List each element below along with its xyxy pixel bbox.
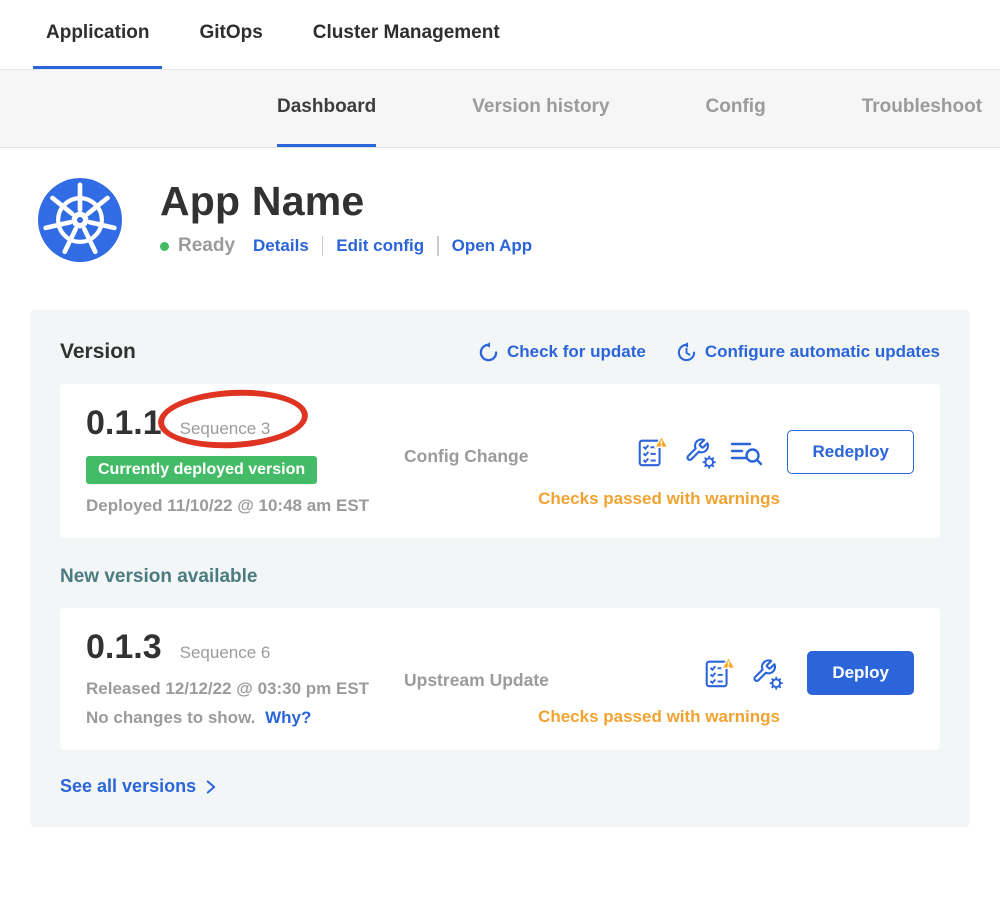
current-version-info: 0.1.1 Sequence 3 Currently deployed vers… (86, 404, 404, 516)
tab-config[interactable]: Config (706, 70, 766, 147)
view-diff-icon[interactable] (729, 435, 763, 469)
check-for-update-button[interactable]: Check for update (478, 342, 646, 363)
version-panel: Version Check for update Configure autom… (30, 310, 970, 827)
preflight-checks-warning-icon[interactable] (702, 656, 736, 690)
new-version-line: 0.1.3 Sequence 6 (86, 628, 404, 667)
details-link[interactable]: Details (253, 236, 309, 256)
app-title-block: App Name Ready Details Edit config Open … (160, 178, 532, 257)
auto-update-clock-icon (676, 342, 697, 363)
version-panel-actions: Check for update Configure automatic upd… (478, 342, 940, 363)
no-changes-text: No changes to show. Why? (86, 708, 404, 728)
current-version-number: 0.1.1 (86, 404, 162, 443)
status-dot (160, 242, 169, 251)
deployed-timestamp: Deployed 11/10/22 @ 10:48 am EST (86, 496, 404, 516)
app-header: App Name Ready Details Edit config Open … (0, 148, 1000, 262)
no-changes-label: No changes to show. (86, 708, 255, 727)
new-version-number: 0.1.3 (86, 628, 162, 667)
kubernetes-logo-icon (38, 178, 122, 262)
tab-version-history[interactable]: Version history (472, 70, 609, 147)
preflight-checks-warning-icon[interactable] (635, 435, 669, 469)
new-version-sequence: Sequence 6 (180, 643, 271, 663)
open-app-link[interactable]: Open App (452, 236, 533, 256)
tab-cluster-management[interactable]: Cluster Management (300, 0, 513, 69)
new-version-check-icons (702, 656, 783, 690)
check-for-update-label: Check for update (507, 342, 646, 362)
link-divider (437, 236, 439, 256)
new-version-actions: Deploy (594, 650, 914, 695)
config-wrench-gear-icon[interactable] (749, 656, 783, 690)
released-timestamp: Released 12/12/22 @ 03:30 pm EST (86, 679, 404, 699)
configure-automatic-updates-label: Configure automatic updates (705, 342, 940, 362)
new-version-card: 0.1.3 Sequence 6 Released 12/12/22 @ 03:… (60, 608, 940, 750)
change-type-label: Config Change (404, 446, 594, 477)
why-link[interactable]: Why? (265, 708, 311, 727)
tab-application[interactable]: Application (33, 0, 162, 69)
top-nav: Application GitOps Cluster Management (0, 0, 1000, 70)
current-version-line: 0.1.1 Sequence 3 (86, 404, 404, 443)
see-all-versions-label: See all versions (60, 776, 196, 797)
new-version-info: 0.1.3 Sequence 6 Released 12/12/22 @ 03:… (86, 628, 404, 728)
tab-dashboard[interactable]: Dashboard (277, 70, 376, 147)
version-section-title: Version (60, 340, 136, 364)
page-title: App Name (160, 178, 532, 225)
tab-gitops[interactable]: GitOps (186, 0, 275, 69)
new-version-available-heading: New version available (60, 566, 940, 588)
configure-automatic-updates-button[interactable]: Configure automatic updates (676, 342, 940, 363)
version-panel-header: Version Check for update Configure autom… (60, 340, 940, 364)
chevron-right-icon (205, 779, 216, 795)
tab-troubleshoot[interactable]: Troubleshoot (862, 70, 982, 147)
app-sub-nav: Dashboard Version history Config Trouble… (0, 70, 1000, 148)
edit-config-link[interactable]: Edit config (336, 236, 424, 256)
link-divider (322, 236, 324, 256)
status-row: Ready Details Edit config Open App (160, 235, 532, 257)
checks-status-text: Checks passed with warnings (404, 489, 914, 516)
see-all-versions-link[interactable]: See all versions (60, 776, 216, 797)
restart-icon (478, 342, 499, 363)
current-version-check-icons (635, 435, 763, 469)
status-text: Ready (178, 235, 235, 257)
config-wrench-gear-icon[interactable] (682, 435, 716, 469)
change-type-label: Upstream Update (404, 670, 594, 695)
currently-deployed-badge: Currently deployed version (86, 456, 317, 484)
current-version-card: 0.1.1 Sequence 3 Currently deployed vers… (60, 384, 940, 538)
current-version-actions: Redeploy (594, 426, 914, 477)
deploy-button[interactable]: Deploy (807, 651, 914, 695)
redeploy-button[interactable]: Redeploy (787, 430, 914, 474)
checks-status-text: Checks passed with warnings (404, 707, 914, 728)
current-version-sequence: Sequence 3 (180, 419, 271, 439)
